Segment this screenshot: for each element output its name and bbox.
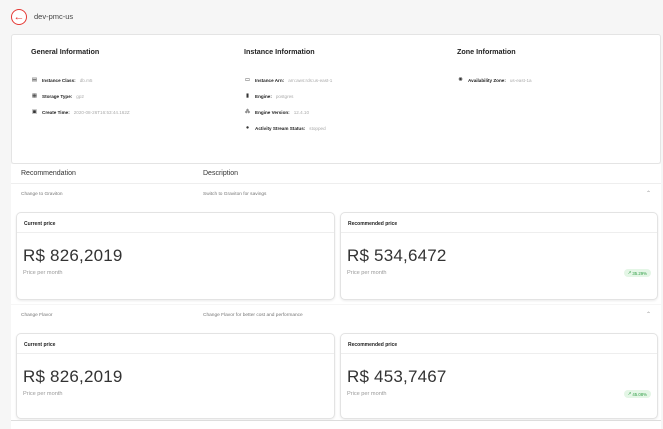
instance-information-section: Instance Information ▭ Instance Arn: arn… [244,47,332,136]
chevron-up-icon[interactable]: ⌃ [646,311,651,318]
info-row-create-time: ▣ Create Time: 2020-08-26T16:53:44.162Z [31,104,130,120]
info-value: db.m5 [79,77,93,83]
info-row-engine: ▮ Engine: postgres [244,88,332,104]
recommended-price-title: Recommended price [348,342,398,348]
calendar-icon: ▣ [31,109,38,115]
recommended-price-card: Recommended price R$ 534,6472 Price per … [340,212,658,300]
general-information-title: General Information [31,47,100,56]
top-bar: ← dev-pmc-us [0,0,663,34]
database-icon: ▮ [245,93,250,99]
recommendation-table-header: Recommendation Description [11,164,661,184]
info-label: Instance Arn: [255,77,285,83]
info-label: Instance Class: [42,77,76,83]
recommended-price-caption: Price per month [347,391,387,397]
current-price-card: Current price R$ 826,2019 Price per mont… [16,333,335,419]
info-card: General Information ▤ Instance Class: db… [11,34,661,164]
info-value: stopped [309,125,326,131]
divider [17,232,334,233]
chevron-up-icon[interactable]: ⌃ [646,190,651,197]
info-row-availability-zone: ✺ Availability Zone: us-east-1a [457,72,532,88]
info-value: 2020-08-26T16:53:44.162Z [73,109,130,115]
info-value: gp2 [76,93,84,99]
savings-badge: ↗ 45.08% [623,390,651,398]
recommendation-row-flavor[interactable]: Change Flavor Change Flavor for better c… [11,305,661,327]
zone-information-section: Zone Information ✺ Availability Zone: us… [457,47,532,88]
info-row-instance-class: ▤ Instance Class: db.m5 [31,72,130,88]
divider [341,353,657,354]
table-footer-edge [11,420,661,429]
info-row-instance-arn: ▭ Instance Arn: arn:aws:rds:us-east-1 [244,72,332,88]
info-row-storage-type: ▦ Storage Type: gp2 [31,88,130,104]
info-label: Engine Version: [255,109,290,115]
current-price-value: R$ 826,2019 [23,367,123,386]
instance-information-title: Instance Information [244,47,315,56]
recommendation-description: Switch to Graviton for savings [203,192,267,197]
savings-badge: ↗ 35.29% [623,269,651,277]
recommended-price-card: Recommended price R$ 453,7467 Price per … [340,333,658,419]
info-value: postgres [275,93,294,99]
info-label: Engine: [255,93,272,99]
recommendation-name: Change Flavor [21,313,53,318]
page-title: dev-pmc-us [34,12,74,21]
globe-icon: ✺ [458,77,463,83]
current-price-value: R$ 826,2019 [23,246,123,265]
recommendation-row-graviton[interactable]: Change to Graviton Switch to Graviton fo… [11,184,661,206]
info-value: 12.4.10 [293,109,310,115]
storage-icon: ▦ [31,93,38,99]
info-row-engine-version: ⁂ Engine Version: 12.4.10 [244,104,332,120]
id-card-icon: ▭ [244,77,251,83]
current-price-caption: Price per month [23,391,63,397]
info-value: arn:aws:rds:us-east-1 [288,77,333,83]
divider [17,353,334,354]
user-stream-icon: ● [245,125,250,131]
savings-value: 45.08% [632,391,647,397]
engine-icon: ⁂ [244,109,251,115]
general-information-section: General Information ▤ Instance Class: db… [31,47,130,120]
recommendation-panel-flavor: Current price R$ 826,2019 Price per mont… [11,327,661,420]
recommendation-description: Change Flavor for better cost and perfor… [203,313,303,318]
recommendation-name: Change to Graviton [21,192,63,197]
info-label: Activity Stream Status: [255,125,306,131]
current-price-title: Current price [24,221,56,227]
recommended-price-caption: Price per month [347,270,387,276]
info-label: Storage Type: [42,93,73,99]
recommended-price-value: R$ 453,7467 [347,367,447,386]
column-recommendation: Recommendation [21,170,76,177]
info-label: Create Time: [42,109,70,115]
column-description: Description [203,170,239,177]
recommendation-panel-graviton: Current price R$ 826,2019 Price per mont… [11,206,661,304]
current-price-caption: Price per month [23,270,63,276]
savings-value: 35.29% [632,270,647,276]
current-price-title: Current price [24,342,56,348]
recommended-price-value: R$ 534,6472 [347,246,447,265]
info-row-activity-stream: ● Activity Stream Status: stopped [244,120,332,136]
zone-information-title: Zone Information [457,47,516,56]
info-label: Availability Zone: [468,77,506,83]
server-icon: ▤ [31,77,38,83]
current-price-card: Current price R$ 826,2019 Price per mont… [16,212,335,300]
info-value: us-east-1a [509,77,532,83]
recommended-price-title: Recommended price [348,221,398,227]
arrow-left-icon[interactable]: ← [11,9,27,25]
divider [341,232,657,233]
